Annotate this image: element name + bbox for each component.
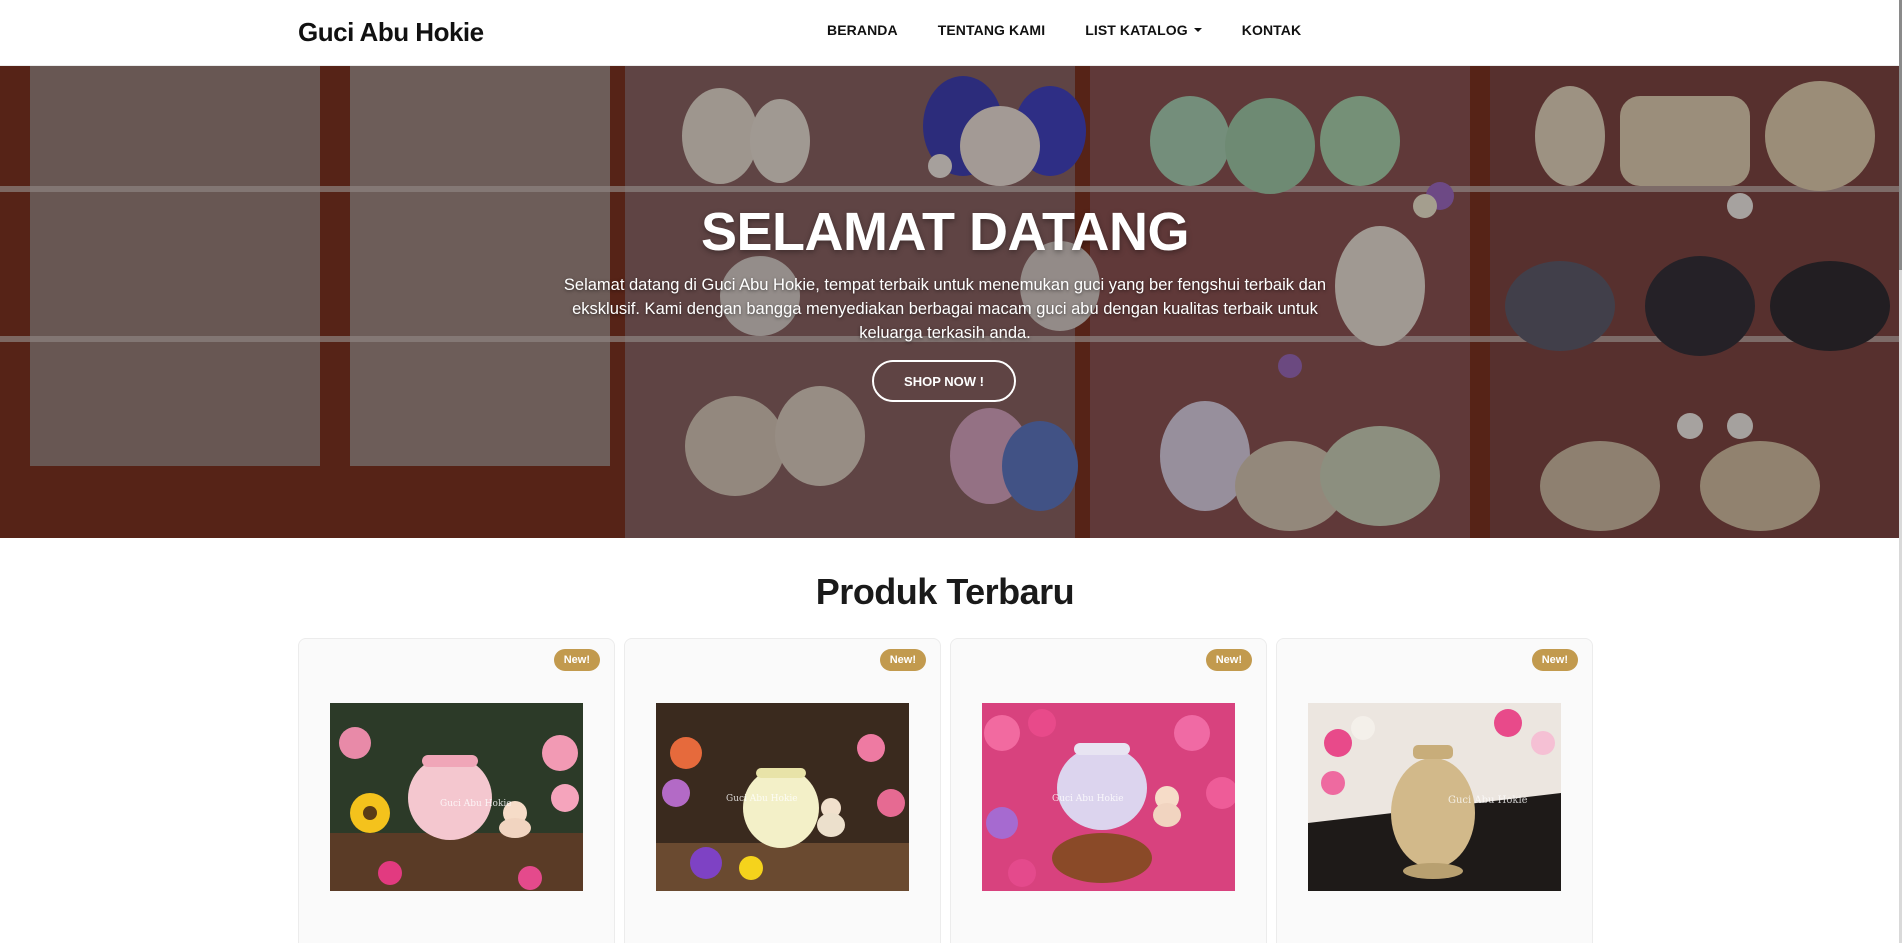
product-card[interactable]: New! Guci Abu Hokie [298, 638, 615, 943]
svg-text:Guci Abu Hokie: Guci Abu Hokie [726, 794, 798, 804]
product-image[interactable]: Guci Abu Hokie [656, 703, 909, 891]
product-image[interactable]: Guci Abu Hokie [330, 703, 583, 891]
product-card[interactable]: New! Guci Abu Hokie [624, 638, 941, 943]
product-card[interactable]: New! Guci Abu Hokie [950, 638, 1267, 943]
new-badge: New! [879, 649, 926, 671]
product-list: New! Guci Abu Hokie New! Guci Abu Hokie … [298, 638, 1593, 943]
hero-description: Selamat datang di Guci Abu Hokie, tempat… [563, 276, 1327, 342]
new-badge: New! [553, 649, 600, 671]
new-badge: New! [1205, 649, 1252, 671]
svg-text:Guci Abu Hokie: Guci Abu Hokie [1052, 794, 1124, 804]
product-image[interactable]: Guci Abu Hokie [982, 703, 1235, 891]
new-badge: New! [1531, 649, 1578, 671]
hero-title: SELAMAT DATANG [701, 202, 1189, 262]
urn-shape [1391, 758, 1475, 868]
brand-logo[interactable]: Guci Abu Hokie [298, 17, 484, 48]
product-card[interactable]: New! Guci Abu Hokie [1276, 638, 1593, 943]
svg-text:Guci Abu Hokie: Guci Abu Hokie [1448, 795, 1528, 806]
chevron-down-icon [1193, 28, 1202, 32]
nav-list-katalog[interactable]: LIST KATALOG [1085, 22, 1202, 38]
nav-list-katalog-label: LIST KATALOG [1085, 22, 1188, 38]
nav-tentang-kami[interactable]: TENTANG KAMI [938, 22, 1046, 38]
product-image[interactable]: Guci Abu Hokie [1308, 703, 1561, 891]
section-title: Produk Terbaru [815, 571, 1075, 612]
urn-shape [408, 756, 492, 840]
nav-beranda[interactable]: BERANDA [827, 22, 898, 38]
urn-shape [1057, 746, 1147, 830]
navbar: Guci Abu Hokie BERANDA TENTANG KAMI LIST… [0, 0, 1902, 66]
hero-banner: SELAMAT DATANG Selamat datang di Guci Ab… [0, 66, 1899, 538]
main-nav: BERANDA TENTANG KAMI LIST KATALOG KONTAK [827, 22, 1301, 38]
urn-shape [743, 768, 819, 848]
nav-kontak[interactable]: KONTAK [1242, 22, 1301, 38]
svg-text:Guci Abu Hokie: Guci Abu Hokie [440, 799, 512, 809]
shop-now-button[interactable]: SHOP NOW ! [872, 360, 1016, 402]
